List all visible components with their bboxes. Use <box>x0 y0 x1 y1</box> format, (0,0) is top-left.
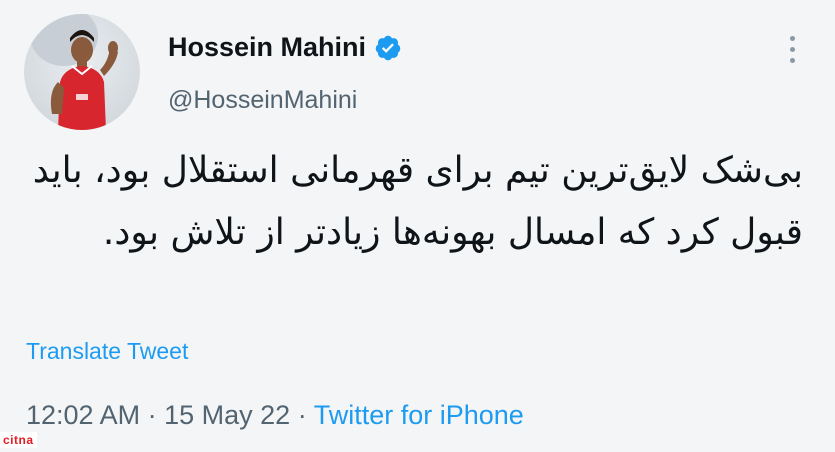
translate-tweet-link[interactable]: Translate Tweet <box>26 338 188 365</box>
author-name[interactable]: Hossein Mahini <box>168 32 366 63</box>
avatar-photo-icon <box>30 14 118 130</box>
verified-badge-icon <box>375 35 401 60</box>
tweet-card: Hossein Mahini @HosseinMahini بی‌شک لایق… <box>0 0 835 452</box>
tweet-source-link[interactable]: Twitter for iPhone <box>314 400 524 430</box>
tweet-meta: 12:02 AM · 15 May 22 · Twitter for iPhon… <box>26 400 524 431</box>
meta-separator: · <box>297 400 307 430</box>
watermark-logo: citna <box>0 432 37 448</box>
meta-separator: · <box>147 400 157 430</box>
more-options-icon[interactable] <box>786 36 798 68</box>
profile-avatar[interactable] <box>24 14 140 130</box>
author-name-row: Hossein Mahini <box>168 32 402 63</box>
tweet-time[interactable]: 12:02 AM <box>26 400 140 430</box>
author-handle[interactable]: @HosseinMahini <box>168 86 357 115</box>
tweet-text: بی‌شک لایق‌ترین تیم برای قهرمانی استقلال… <box>32 150 803 253</box>
tweet-date[interactable]: 15 May 22 <box>164 400 290 430</box>
